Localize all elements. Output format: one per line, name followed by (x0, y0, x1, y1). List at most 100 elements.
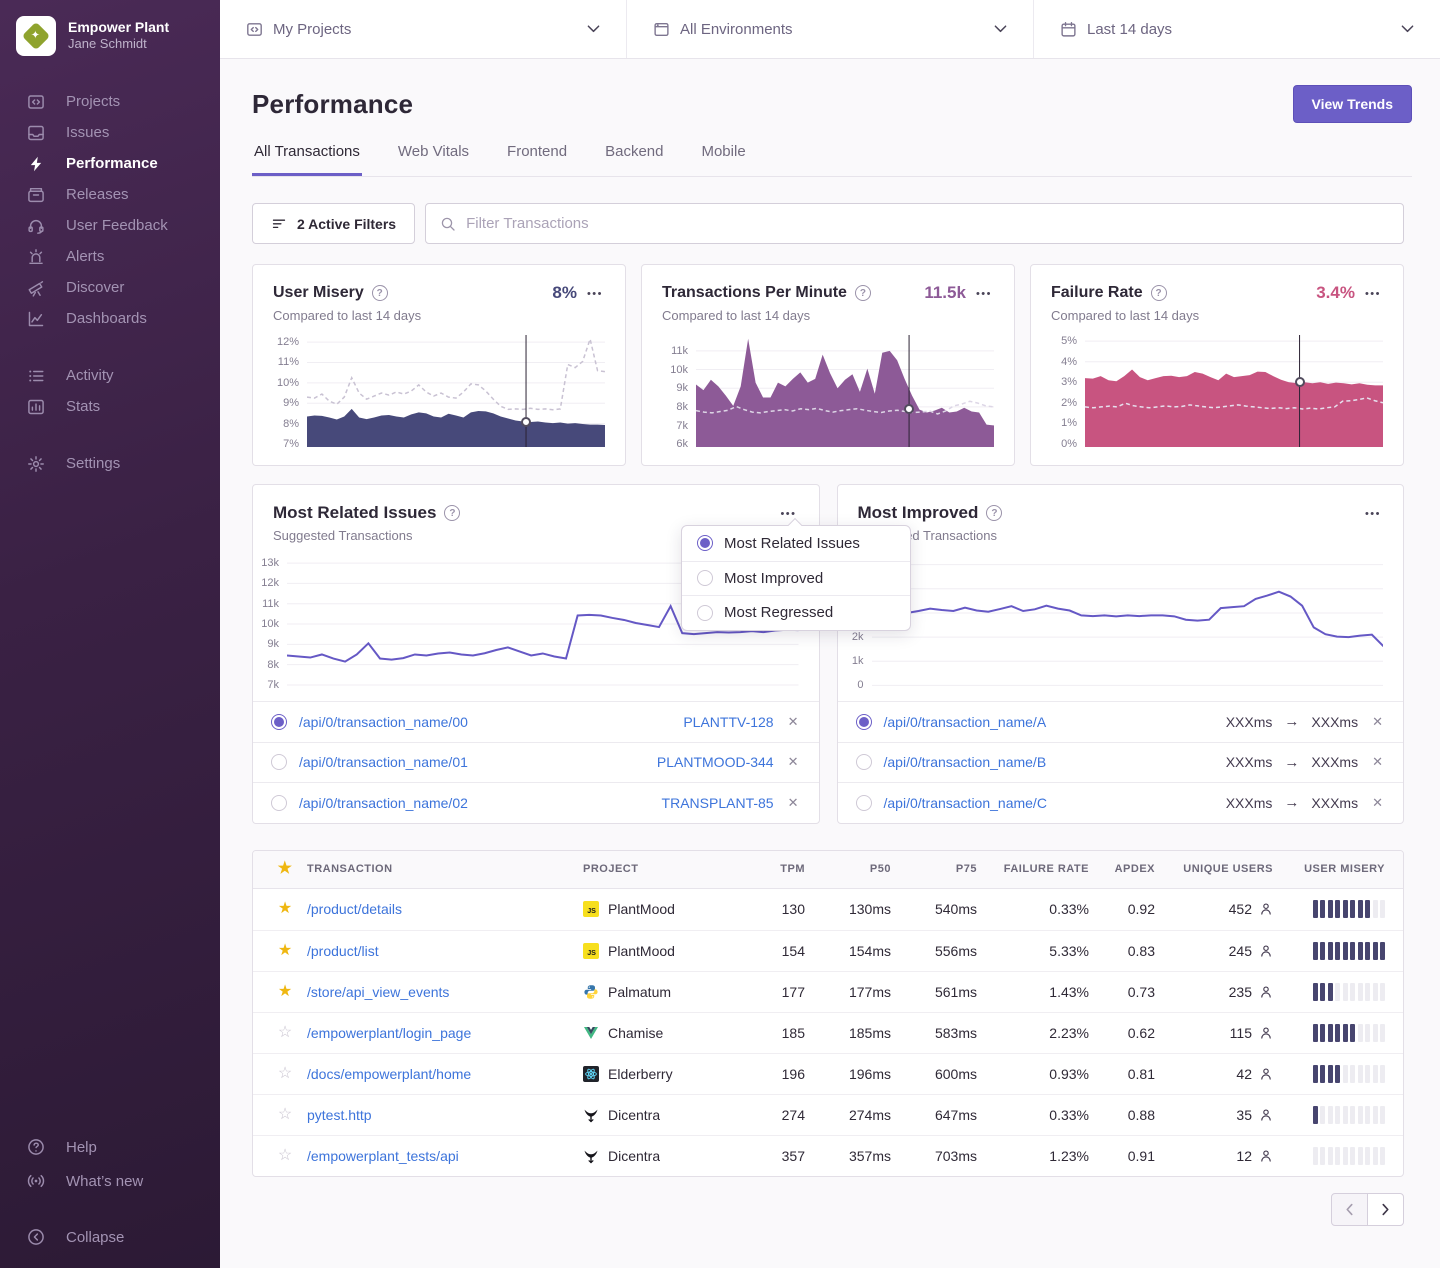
active-filters-button[interactable]: 2 Active Filters (252, 203, 415, 244)
misery-bar (1373, 1065, 1378, 1083)
transaction-link[interactable]: pytest.http (307, 1107, 372, 1123)
star-icon[interactable]: ★ (278, 984, 292, 1000)
search-box (425, 203, 1404, 244)
project-filter-dropdown[interactable]: My Projects (220, 0, 626, 58)
help-icon[interactable] (855, 285, 871, 301)
transaction-link[interactable]: /api/0/transaction_name/B (884, 754, 1047, 770)
issue-link[interactable]: PLANTTV-128 (683, 714, 773, 730)
star-icon[interactable]: ☆ (278, 1025, 292, 1041)
date-range-dropdown[interactable]: Last 14 days (1033, 0, 1440, 58)
misery-bar (1320, 1065, 1325, 1083)
select-transaction-radio[interactable] (856, 754, 872, 770)
tab-all-transactions[interactable]: All Transactions (252, 143, 362, 176)
menu-option-most-related-issues[interactable]: Most Related Issues (682, 526, 910, 561)
p75-value: 561ms (901, 984, 987, 1000)
unique-users-value: 235 (1229, 984, 1252, 1000)
card-menu-button[interactable] (1363, 506, 1383, 520)
active-filters-label: 2 Active Filters (297, 216, 396, 232)
p50-value: 274ms (815, 1107, 901, 1123)
transaction-link[interactable]: /product/details (307, 901, 402, 917)
menu-option-most-regressed[interactable]: Most Regressed (682, 595, 910, 630)
star-icon[interactable]: ★ (278, 901, 292, 917)
select-transaction-radio[interactable] (271, 714, 287, 730)
card-menu-button[interactable] (1363, 286, 1383, 300)
tab-frontend[interactable]: Frontend (505, 143, 569, 176)
select-transaction-radio[interactable] (271, 754, 287, 770)
issue-link[interactable]: PLANTMOOD-344 (657, 754, 774, 770)
menu-option-most-improved[interactable]: Most Improved (682, 561, 910, 596)
sidebar-item-stats[interactable]: Stats (0, 391, 220, 422)
tab-backend[interactable]: Backend (603, 143, 665, 176)
help-icon[interactable] (986, 505, 1002, 521)
sidebar-item-whats-new[interactable]: What’s new (0, 1164, 220, 1198)
star-icon[interactable]: ★ (278, 943, 292, 959)
dismiss-icon[interactable] (1370, 793, 1385, 813)
sidebar-item-settings[interactable]: Settings (0, 448, 220, 479)
sidebar-item-releases[interactable]: Releases (0, 179, 220, 210)
transaction-link[interactable]: /empowerplant_tests/api (307, 1148, 459, 1164)
misery-bar (1320, 942, 1325, 960)
help-icon[interactable] (372, 285, 388, 301)
dismiss-icon[interactable] (1370, 752, 1385, 772)
transaction-link[interactable]: /store/api_view_events (307, 984, 449, 1000)
star-icon[interactable]: ★ (278, 861, 293, 877)
previous-page-button[interactable] (1331, 1193, 1368, 1226)
transaction-link[interactable]: /api/0/transaction_name/C (884, 795, 1047, 811)
sidebar-item-discover[interactable]: Discover (0, 272, 220, 303)
select-transaction-radio[interactable] (856, 714, 872, 730)
sidebar-item-projects[interactable]: Projects (0, 86, 220, 117)
dismiss-icon[interactable] (786, 752, 801, 772)
y-axis-tick: 6k (676, 438, 688, 450)
y-axis-tick: 10k (670, 364, 688, 376)
tab-mobile[interactable]: Mobile (699, 143, 747, 176)
search-input[interactable] (466, 215, 1389, 232)
transaction-link[interactable]: /docs/empowerplant/home (307, 1066, 471, 1082)
failure_rate-chart: 5%4%3%2%1%0% (1051, 335, 1383, 447)
transaction-link[interactable]: /api/0/transaction_name/02 (299, 795, 468, 811)
issue-link[interactable]: TRANSPLANT-85 (662, 795, 774, 811)
duration-after: XXXms (1311, 754, 1358, 770)
chart-plot (307, 335, 605, 447)
dismiss-icon[interactable] (786, 793, 801, 813)
transaction-link[interactable]: /product/list (307, 943, 379, 959)
table-body: ★/product/detailsJSPlantMood130130ms540m… (253, 889, 1403, 1176)
sidebar-item-dashboards[interactable]: Dashboards (0, 303, 220, 334)
apdex-value: 0.81 (1099, 1066, 1165, 1082)
transaction-link[interactable]: /api/0/transaction_name/A (884, 714, 1047, 730)
star-icon[interactable]: ☆ (278, 1066, 292, 1082)
transaction-link[interactable]: /api/0/transaction_name/01 (299, 754, 468, 770)
select-transaction-radio[interactable] (271, 795, 287, 811)
environment-filter-dropdown[interactable]: All Environments (626, 0, 1033, 58)
select-transaction-radio[interactable] (856, 795, 872, 811)
card-menu-button[interactable] (974, 286, 994, 300)
duration-after: XXXms (1311, 795, 1358, 811)
next-page-button[interactable] (1367, 1193, 1404, 1226)
sidebar-item-user-feedback[interactable]: User Feedback (0, 210, 220, 241)
user_misery-chart: 12%11%10%9%8%7% (273, 335, 605, 447)
help-icon[interactable] (1151, 285, 1167, 301)
p75-value: 600ms (901, 1066, 987, 1082)
option-radio[interactable] (697, 570, 713, 586)
transaction-link[interactable]: /empowerplant/login_page (307, 1025, 471, 1041)
card-menu-button[interactable] (585, 286, 605, 300)
sidebar-item-performance[interactable]: Performance (0, 148, 220, 179)
transaction-link[interactable]: /api/0/transaction_name/00 (299, 714, 468, 730)
star-icon[interactable]: ☆ (278, 1107, 292, 1123)
sidebar-item-alerts[interactable]: Alerts (0, 241, 220, 272)
misery-bar (1343, 1106, 1348, 1124)
sidebar-item-help[interactable]: Help (0, 1130, 220, 1164)
option-radio[interactable] (697, 605, 713, 621)
org-switcher[interactable]: Empower Plant Jane Schmidt (0, 16, 220, 56)
view-trends-button[interactable]: View Trends (1293, 85, 1412, 123)
dismiss-icon[interactable] (786, 712, 801, 732)
star-icon[interactable]: ☆ (278, 1148, 292, 1164)
sidebar-item-activity[interactable]: Activity (0, 360, 220, 391)
sidebar-item-issues[interactable]: Issues (0, 117, 220, 148)
option-radio[interactable] (697, 535, 713, 551)
sidebar-nav: ProjectsIssuesPerformanceReleases User Fe… (0, 56, 220, 1130)
help-icon[interactable] (444, 505, 460, 521)
dismiss-icon[interactable] (1370, 712, 1385, 732)
tab-web-vitals[interactable]: Web Vitals (396, 143, 471, 176)
sidebar-item-label: User Feedback (66, 217, 168, 234)
sidebar-collapse-button[interactable]: Collapse (0, 1220, 220, 1254)
